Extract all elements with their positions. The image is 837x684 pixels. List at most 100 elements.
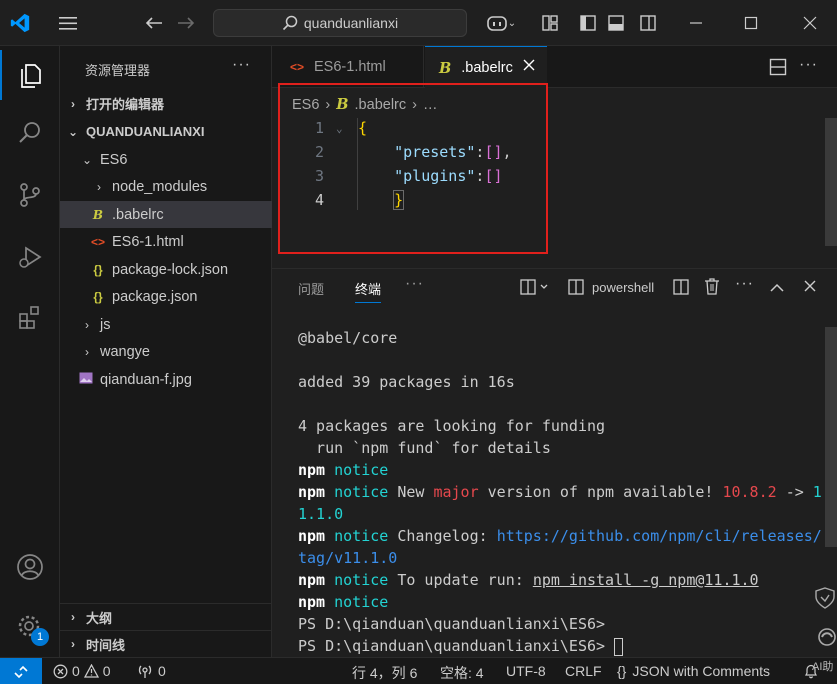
- panel-more-icon[interactable]: ···: [405, 275, 424, 293]
- workspace-folder[interactable]: ⌄ QUANDUANLIANXI: [60, 118, 272, 145]
- folder-label: wangye: [100, 343, 150, 360]
- notice-label: notice: [334, 593, 389, 611]
- toggle-panel-icon[interactable]: [602, 9, 630, 37]
- status-bar: 0 0 0 行 4，列 6 空格: 4 UTF-8 CRLF {} JSON w…: [0, 657, 837, 684]
- timeline-section[interactable]: › 时间线: [60, 630, 272, 657]
- trash-icon[interactable]: [704, 278, 720, 298]
- file-package-lock[interactable]: {} package-lock.json: [60, 256, 272, 283]
- file-babelrc[interactable]: B .babelrc: [60, 201, 272, 228]
- npm-label: npm: [298, 527, 326, 545]
- notice-label: notice: [334, 483, 389, 501]
- search-icon[interactable]: [0, 108, 60, 158]
- toggle-secondary-sidebar-icon[interactable]: [634, 9, 662, 37]
- open-editors-section[interactable]: › 打开的编辑器: [60, 90, 272, 117]
- split-panel-icon[interactable]: [673, 279, 689, 298]
- changelog-link[interactable]: https://github.com/npm/cli/releases/: [497, 527, 822, 545]
- minimize-icon[interactable]: [682, 9, 710, 37]
- terminal-more-icon[interactable]: ···: [735, 275, 754, 293]
- terminal-text: ->: [785, 483, 804, 501]
- notification-badge: 1: [31, 628, 49, 646]
- broadcast-icon: [138, 665, 152, 678]
- end-of-line[interactable]: CRLF: [565, 663, 602, 679]
- babel-icon: B: [439, 59, 452, 77]
- outline-section[interactable]: › 大纲: [60, 603, 272, 630]
- braces-icon: {}: [617, 663, 627, 679]
- chevron-right-icon: ›: [85, 344, 89, 359]
- file-label: qianduan-f.jpg: [100, 371, 192, 388]
- toggle-sidebar-icon[interactable]: [574, 9, 602, 37]
- folder-node-modules[interactable]: › node_modules: [60, 173, 272, 200]
- terminal-shell-label: powershell: [592, 279, 655, 295]
- source-control-icon[interactable]: [0, 170, 60, 220]
- maximize-icon[interactable]: [737, 9, 765, 37]
- tab-label: .babelrc: [461, 60, 513, 76]
- folder-js[interactable]: › js: [60, 311, 272, 338]
- close-icon[interactable]: [796, 9, 824, 37]
- menu-icon[interactable]: [54, 9, 82, 37]
- ports-indicator[interactable]: 0: [137, 663, 166, 679]
- new-version: 1: [812, 483, 822, 501]
- tab-problems[interactable]: 问题: [298, 279, 324, 298]
- folder-es6[interactable]: ⌄ ES6: [60, 146, 272, 173]
- notice-label: notice: [334, 527, 389, 545]
- chevron-down-icon: ⌄: [67, 124, 79, 139]
- tab-es6-1-html[interactable]: <> ES6-1.html: [272, 46, 424, 88]
- vscode-logo-icon: [6, 9, 34, 37]
- npm-label: npm: [298, 571, 326, 589]
- customize-layout-icon[interactable]: [536, 9, 564, 37]
- old-version: 10.8.2: [722, 483, 777, 501]
- explorer-icon[interactable]: [0, 50, 60, 100]
- editor-more-icon[interactable]: ···: [799, 56, 818, 74]
- folder-label: ES6: [100, 151, 128, 168]
- explorer-sidebar: 资源管理器 ··· › 打开的编辑器 ⌄ QUANDUANLIANXI ⌄ ES…: [60, 46, 272, 657]
- accounts-icon[interactable]: [0, 542, 60, 592]
- ai-assistant-icon[interactable]: [817, 627, 837, 650]
- close-panel-icon[interactable]: [804, 280, 816, 295]
- split-editor-icon[interactable]: [769, 58, 787, 79]
- folder-label: js: [100, 316, 111, 333]
- back-arrow-icon[interactable]: [140, 9, 168, 37]
- close-tab-icon[interactable]: [523, 59, 535, 75]
- changelog-link[interactable]: tag/v11.1.0: [298, 549, 397, 567]
- search-icon: [282, 15, 298, 31]
- chevron-right-icon: ›: [85, 317, 89, 332]
- file-package-json[interactable]: {} package.json: [60, 283, 272, 310]
- html-icon: <>: [290, 60, 305, 74]
- terminal-text: To update run:: [397, 571, 524, 589]
- remote-icon: [14, 665, 28, 678]
- new-version: 1.1.0: [298, 505, 344, 523]
- folder-label: QUANDUANLIANXI: [86, 124, 205, 139]
- terminal-text: New: [397, 483, 425, 501]
- folder-label: node_modules: [112, 178, 208, 195]
- encoding[interactable]: UTF-8: [506, 663, 546, 679]
- cursor-position[interactable]: 行 4，列 6: [352, 663, 417, 683]
- run-debug-icon[interactable]: [0, 232, 60, 282]
- terminal-output[interactable]: @babel/core added 39 packages in 16s 4 p…: [298, 327, 822, 657]
- language-mode[interactable]: {} JSON with Comments: [617, 663, 770, 679]
- editor-scrollbar[interactable]: [825, 118, 837, 246]
- manage-gear-icon[interactable]: 1: [0, 602, 60, 652]
- maximize-panel-icon[interactable]: [770, 281, 784, 296]
- file-qianduan-jpg[interactable]: qianduan-f.jpg: [60, 366, 272, 393]
- file-es6-1-html[interactable]: <> ES6-1.html: [60, 228, 272, 255]
- forward-arrow-icon[interactable]: [172, 9, 200, 37]
- tab-terminal[interactable]: 终端: [355, 279, 382, 303]
- terminal-instance[interactable]: powershell: [568, 279, 654, 295]
- more-actions-icon[interactable]: ···: [232, 56, 251, 74]
- image-file-icon: [78, 372, 94, 387]
- new-terminal-split-icon[interactable]: [520, 279, 550, 298]
- remote-indicator[interactable]: [0, 658, 42, 684]
- terminal-cursor: [614, 637, 624, 656]
- terminal-line: run `npm fund` for details: [298, 439, 551, 457]
- chevron-right-icon: ›: [71, 96, 75, 111]
- command-center-search[interactable]: quanduanlianxi: [213, 9, 467, 37]
- copilot-icon[interactable]: ⌄: [480, 9, 522, 37]
- problems-indicator[interactable]: 0 0: [53, 663, 111, 679]
- extensions-icon[interactable]: [0, 292, 60, 342]
- editor-tabs: <> ES6-1.html B .babelrc ···: [272, 46, 837, 89]
- folder-wangye[interactable]: › wangye: [60, 338, 272, 365]
- terminal-scrollbar[interactable]: [825, 327, 837, 547]
- shield-icon[interactable]: [815, 587, 835, 612]
- terminal-text: Changelog:: [397, 527, 488, 545]
- indentation[interactable]: 空格: 4: [440, 663, 484, 683]
